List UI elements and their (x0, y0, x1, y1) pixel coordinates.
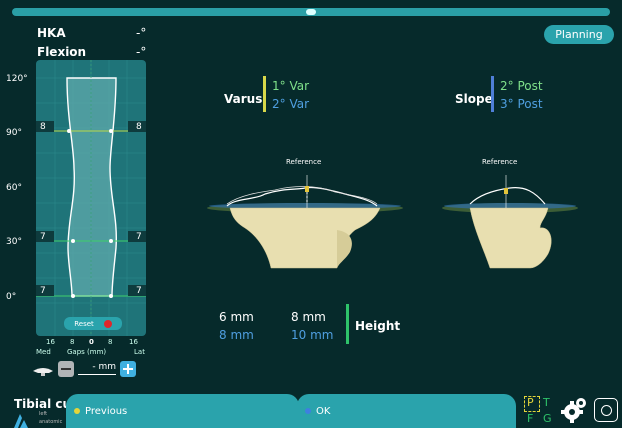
y-ticks: 120° 90° 60° 30° 0° (6, 74, 28, 302)
previous-label: Previous (85, 405, 128, 417)
y-tick: 90° (6, 128, 22, 138)
y-tick: 60° (6, 183, 22, 193)
settings-gear-icon[interactable] (560, 396, 588, 424)
reset-indicator-icon (103, 319, 112, 328)
ptfg-indicator[interactable]: P T F G (522, 394, 558, 428)
x-ticks: 16 8 0 8 16 Med Gaps (mm) Lat (36, 338, 145, 356)
slope-value-1: 2° Post (500, 79, 543, 93)
decrement-button[interactable] (58, 361, 74, 377)
previous-dot-icon (74, 408, 80, 414)
tibia-body-sagittal (469, 207, 552, 269)
y-tick: 30° (6, 237, 22, 247)
height-bar (346, 304, 349, 344)
fg-g: G (543, 412, 552, 425)
x-tick: 16 (46, 338, 55, 346)
reset-button[interactable]: Reset (64, 317, 122, 330)
reference-label-sagittal: Reference (482, 158, 518, 166)
increment-button[interactable] (120, 361, 136, 377)
planning-button[interactable]: Planning (544, 25, 614, 44)
fg-f: F (527, 412, 534, 425)
height-right-bottom: 10 mm (291, 328, 334, 342)
ok-button[interactable]: OK (297, 394, 516, 428)
flexion-value: -° (136, 45, 147, 59)
camera-icon[interactable] (594, 398, 618, 422)
gap-row-left: 7 (40, 232, 46, 242)
plus-icon-v (127, 364, 129, 374)
gap-row-right: 8 (136, 122, 142, 132)
tibia-sagittal-view (442, 175, 578, 269)
pt-t: T (543, 396, 550, 409)
top-bar-handle[interactable] (306, 9, 316, 15)
med-label: Med (36, 348, 51, 356)
logo-icon (14, 414, 28, 428)
x-tick: 8 (108, 338, 112, 346)
gaps-axis-label: Gaps (mm) (67, 348, 106, 356)
gap-row-right: 7 (136, 232, 142, 242)
ok-dot-icon (305, 408, 311, 414)
minus-icon (61, 368, 71, 370)
height-label: Height (355, 319, 401, 333)
height-left-top: 6 mm (219, 310, 254, 324)
lat-label: Lat (134, 348, 145, 356)
hka-label: HKA (37, 26, 66, 40)
footer-mode: anatomic (39, 419, 63, 425)
slope-label: Slope (455, 92, 493, 106)
tibia-body (229, 207, 381, 269)
varus-label: Varus (224, 92, 263, 106)
gap-envelope (66, 77, 118, 297)
varus-bar (263, 76, 266, 112)
stepper-value: - mm (78, 362, 116, 375)
slope-bar (491, 76, 494, 112)
planning-button-label: Planning (555, 28, 603, 41)
varus-value-1: 1° Var (272, 79, 310, 93)
gap-row-right: 7 (136, 286, 142, 296)
footer-side: left (39, 411, 48, 417)
reset-label: Reset (74, 319, 94, 328)
height-right-top: 8 mm (291, 310, 326, 324)
tibia-coronal-view (207, 175, 403, 269)
reference-label-coronal: Reference (286, 158, 322, 166)
x-tick: 0 (89, 338, 94, 346)
pt-p: P (527, 396, 534, 409)
gap-row-left: 7 (40, 286, 46, 296)
y-tick: 0° (6, 292, 16, 302)
height-left-bottom: 8 mm (219, 328, 254, 342)
gap-row-left: 8 (40, 122, 46, 132)
x-tick: 8 (70, 338, 74, 346)
ok-label: OK (316, 405, 331, 417)
slope-value-2: 3° Post (500, 97, 543, 111)
varus-value-2: 2° Var (272, 97, 310, 111)
y-tick: 120° (6, 74, 28, 84)
flexion-label: Flexion (37, 45, 87, 59)
hka-value: -° (136, 26, 147, 40)
previous-button[interactable]: Previous (66, 394, 299, 428)
x-tick: 16 (129, 338, 138, 346)
implant-icon (32, 362, 54, 376)
